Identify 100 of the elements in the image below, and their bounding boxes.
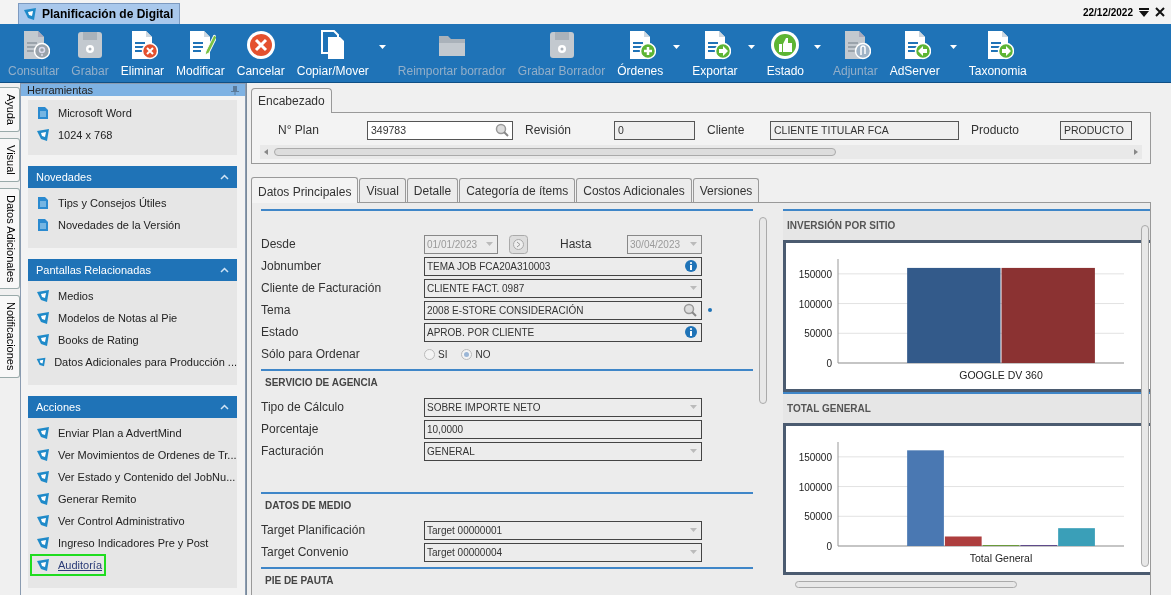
toolbar-button[interactable]: Exportar [689, 29, 741, 79]
side-tab[interactable]: Notificaciones [0, 295, 20, 378]
field-label: Producto [971, 123, 1021, 137]
sidebar-item[interactable]: Ingreso Indicadores Pre y Post [28, 532, 237, 554]
tab[interactable]: Costos Adicionales [576, 178, 692, 202]
app-icon [36, 289, 50, 303]
dropdown-field[interactable]: Target 00000001 [424, 520, 702, 540]
chevron-icon[interactable] [220, 174, 229, 180]
search-icon[interactable] [495, 123, 509, 137]
sidebar-item[interactable]: Microsoft Word [28, 102, 237, 124]
sidebar-item[interactable]: Books de Rating [28, 329, 237, 351]
filter-icon[interactable] [1139, 7, 1149, 17]
sidebar-item[interactable]: 1024 x 768 [28, 124, 237, 146]
category-label: GOOGLE DV 360 [959, 369, 1043, 381]
sidebar-item[interactable]: Ver Estado y Contenido del JobNu... [28, 466, 237, 488]
dropdown-field[interactable]: GENERAL [424, 441, 702, 461]
group-header[interactable]: Acciones [28, 396, 237, 418]
app-icon [36, 470, 50, 484]
app-icon [36, 492, 50, 506]
group-title: Acciones [36, 401, 81, 413]
date-label: 22/12/2022 [1082, 6, 1133, 18]
text-field[interactable]: PRODUCTO [1060, 120, 1132, 140]
tab[interactable]: Categoría de ítems [459, 178, 576, 202]
side-tab[interactable]: Datos Adicionales [0, 187, 20, 290]
caret-icon [486, 242, 493, 246]
tab[interactable]: Visual [359, 178, 406, 202]
field-label: Sólo para Ordenar [261, 347, 361, 361]
document-icon [36, 218, 50, 232]
sidebar-item[interactable]: Medios [28, 285, 237, 307]
cancel-icon [244, 29, 277, 61]
toolbar-button[interactable]: Cancelar [233, 29, 288, 79]
pin-icon[interactable] [231, 85, 239, 95]
field-label: N° Plan [278, 123, 320, 137]
document-tab[interactable]: Planificación de Digital [18, 3, 181, 24]
sidebar-item[interactable]: Tips y Consejos Útiles [28, 192, 237, 214]
side-tab[interactable]: Ayuda [0, 87, 20, 132]
side-tab[interactable]: Visual [0, 138, 20, 182]
group-title: Novedades [36, 171, 92, 183]
app-icon [36, 536, 50, 550]
scroll-left-icon[interactable] [264, 149, 268, 155]
toolbar-button[interactable]: Copiar/Mover [293, 29, 372, 79]
text-field[interactable]: CLIENTE TITULAR FCA [770, 120, 959, 140]
info-icon[interactable] [685, 260, 697, 272]
caret-icon [673, 45, 681, 49]
sidebar-link[interactable]: Auditoría [30, 554, 106, 576]
sidebar-item[interactable]: Ver Movimientos de Ordenes de Tr... [28, 444, 237, 466]
tick-label: 150000 [798, 451, 832, 463]
sidebar-item[interactable]: Enviar Plan a AdvertMind [28, 422, 237, 444]
document-icon [36, 106, 50, 120]
caret-icon [690, 449, 697, 453]
sidebar-item[interactable]: Novedades de la Versión [28, 214, 237, 236]
toolbar-button[interactable]: Eliminar [117, 29, 168, 79]
field-label: Jobnumber [261, 259, 323, 273]
toolbar-button[interactable]: Taxonomia [965, 29, 1030, 79]
toolbar-button[interactable]: Estado [763, 29, 807, 79]
toolbar-button[interactable]: AdServer [886, 29, 943, 79]
section-title: SERVICIO DE AGENCIA [264, 376, 379, 390]
dropdown-field[interactable]: Target 00000004 [424, 542, 702, 562]
sidebar-item[interactable]: Datos Adicionales para Producción ... [28, 351, 237, 373]
app-icon [36, 128, 50, 142]
tab[interactable]: Detalle [406, 178, 459, 202]
tab[interactable]: Datos Principales [251, 177, 359, 203]
chart-title: INVERSIÓN POR SITIO [786, 218, 897, 233]
search-field[interactable]: 349783 [367, 120, 513, 140]
toolbar-button[interactable]: Modificar [173, 29, 228, 79]
section-title: PIE DE PAUTA [264, 574, 335, 588]
chevron-icon[interactable] [220, 404, 229, 410]
chevron-icon[interactable] [220, 267, 229, 273]
dropdown-field[interactable]: CLIENTE FACT. 0987 [424, 278, 702, 298]
scrollbar[interactable] [260, 145, 1142, 159]
text-field[interactable]: TEMA JOB FCA20A310003 [424, 256, 702, 276]
caret-icon [378, 45, 386, 49]
category-label: Total General [969, 552, 1033, 564]
text-field[interactable]: APROB. POR CLIENTE [424, 322, 702, 342]
search-field[interactable]: 2008 E-STORE CONSIDERACIÓN [424, 300, 702, 320]
tick-label: 50000 [804, 511, 832, 523]
sidebar-item[interactable]: Generar Remito [28, 488, 237, 510]
text-field[interactable]: 0 [614, 120, 695, 140]
dropdown-field[interactable]: SOBRE IMPORTE NETO [424, 397, 702, 417]
group-title: Pantallas Relacionadas [36, 264, 151, 276]
close-icon[interactable] [1155, 7, 1165, 17]
search-icon[interactable] [683, 303, 697, 317]
info-icon[interactable] [685, 326, 697, 338]
section-tab[interactable]: Encabezado [251, 88, 332, 113]
tick-label: 0 [826, 541, 832, 552]
caret-icon [690, 405, 697, 409]
sidebar-item[interactable]: Modelos de Notas al Pie [28, 307, 237, 329]
sidebar-item[interactable]: Ver Control Administrativo [28, 510, 237, 532]
text-field[interactable]: 10,0000 [424, 419, 702, 439]
field-label: Cliente de Facturación [261, 281, 383, 295]
tab[interactable]: Versiones [692, 178, 760, 202]
document-icon [36, 196, 50, 210]
group-header[interactable]: Novedades [28, 166, 237, 188]
panel-title: Herramientas [27, 84, 94, 96]
caret-icon [690, 286, 697, 290]
toolbar-button[interactable]: Órdenes [614, 29, 667, 79]
caret-icon [690, 242, 697, 246]
tick-label: 0 [826, 358, 832, 369]
scroll-right-icon[interactable] [1134, 149, 1138, 155]
group-header[interactable]: Pantallas Relacionadas [28, 259, 237, 281]
